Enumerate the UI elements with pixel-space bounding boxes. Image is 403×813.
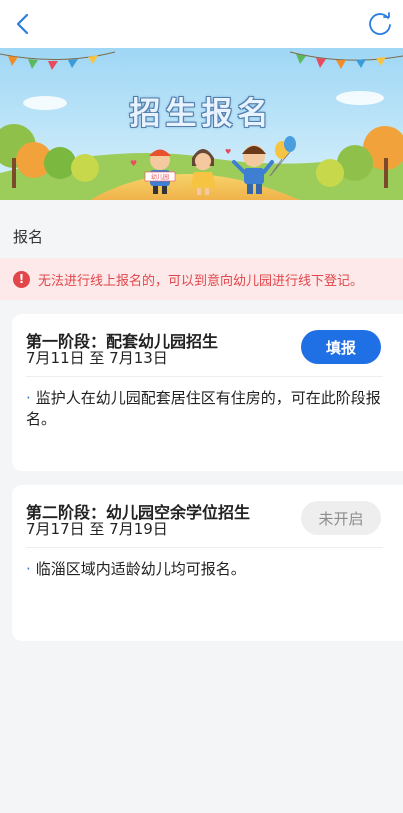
fill-in-button[interactable]: 填报 [301,330,381,364]
bullet-dot: · [26,389,31,407]
phase-description: · 临淄区域内适龄幼儿均可报名。 [26,559,388,580]
top-bar [0,0,403,48]
section-label: 报名 [13,228,44,246]
phase-description: · 监护人在幼儿园配套居住区有住房的，可在此阶段报名。 [26,388,388,430]
phase-card: 第一阶段：配套幼儿园招生 7月11日 至 7月13日 填报 · 监护人在幼儿园配套… [12,314,403,471]
notice-alert: ! 无法进行线上报名的，可以到意向幼儿园进行线下登记。 [0,258,403,300]
refresh-button[interactable] [365,10,395,40]
phase-dates: 7月11日 至 7月13日 [26,349,168,367]
recruitment-banner: 幼儿园 ♥ ♥ 招生报名 [0,48,403,200]
phase-description-text: 临淄区域内适龄幼儿均可报名。 [35,560,246,578]
phase-description-text: 监护人在幼儿园配套居住区有住房的，可在此阶段报名。 [26,389,381,428]
phase-card: 第二阶段：幼儿园空余学位招生 7月17日 至 7月19日 未开启 · 临淄区域内适… [12,485,403,641]
chevron-left-icon [16,13,29,35]
alert-text: 无法进行线上报名的，可以到意向幼儿园进行线下登记。 [38,273,364,289]
not-open-button: 未开启 [301,501,381,535]
divider [26,547,383,548]
banner-title: 招生报名 [129,96,274,132]
banner-sign-text: 幼儿园 [151,173,169,181]
svg-text:♥: ♥ [130,159,137,168]
phase-dates: 7月17日 至 7月19日 [26,520,168,538]
exclamation-icon: ! [13,270,30,288]
bullet-dot: · [26,560,31,578]
back-button[interactable] [10,10,38,38]
svg-text:♥: ♥ [225,148,231,156]
divider [26,376,383,377]
refresh-icon [369,12,391,35]
